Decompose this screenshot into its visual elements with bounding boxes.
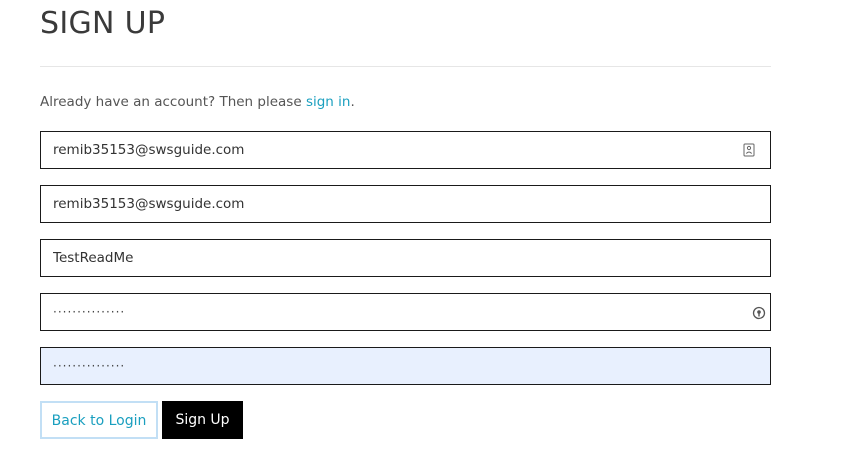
confirm-password-input[interactable] <box>41 348 770 384</box>
back-to-login-button[interactable]: Back to Login <box>40 401 158 439</box>
page-title: SIGN UP <box>40 6 166 41</box>
confirm-password-field-container <box>40 347 771 385</box>
signin-prompt-text: Already have an account? Then please <box>40 94 306 110</box>
email-field-container <box>40 131 771 169</box>
username-field-container <box>40 239 771 277</box>
confirm-email-input[interactable] <box>41 186 770 222</box>
sign-up-button[interactable]: Sign Up <box>162 401 243 439</box>
password-key-icon[interactable] <box>752 306 766 320</box>
email-input[interactable] <box>41 132 770 168</box>
username-input[interactable] <box>41 240 770 276</box>
signin-prompt-suffix: . <box>350 94 355 110</box>
signin-prompt: Already have an account? Then please sig… <box>40 92 355 112</box>
title-divider <box>40 66 771 67</box>
contact-card-icon[interactable] <box>742 143 756 157</box>
confirm-email-field-container <box>40 185 771 223</box>
password-field-container <box>40 293 771 331</box>
password-input[interactable] <box>41 294 770 330</box>
sign-in-link[interactable]: sign in <box>306 94 351 110</box>
